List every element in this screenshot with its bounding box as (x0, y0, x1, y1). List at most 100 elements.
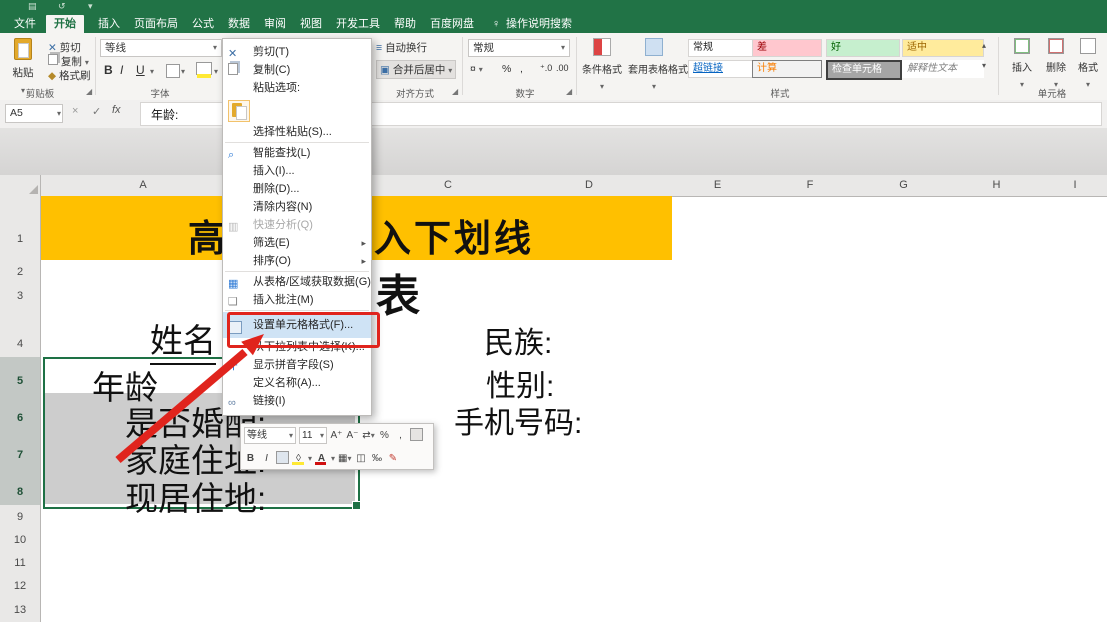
worksheet[interactable]: A B C D E F G H I 1 2 3 4 5 6 7 8 9 10 1… (0, 175, 1107, 622)
tab-baidu-netdisk[interactable]: 百度网盘 (422, 15, 482, 33)
fill-color-dropdown-icon[interactable]: ▾ (214, 67, 218, 76)
italic-button[interactable]: I (120, 63, 123, 77)
tab-help[interactable]: 帮助 (386, 15, 424, 33)
name-box-dropdown-icon[interactable]: ▾ (57, 109, 61, 118)
borders-icon[interactable] (166, 64, 180, 78)
menu-item-filter[interactable]: 筛选(E)▸ (223, 234, 371, 252)
mini-font-color-dropdown-icon[interactable]: ▾ (331, 454, 335, 463)
mini-bold-button[interactable]: B (244, 453, 257, 464)
col-header-E[interactable]: E (672, 175, 764, 197)
mini-border-grid-icon[interactable]: ▦▾ (338, 453, 351, 464)
paste-button[interactable]: 粘贴 ▾ (8, 38, 38, 78)
copy-button[interactable]: 复制 ▾ (48, 54, 89, 69)
fill-color-icon[interactable] (196, 62, 212, 75)
mini-font-select[interactable]: 等线▾ (244, 427, 296, 444)
mini-font-color-icon[interactable]: A (315, 453, 328, 464)
tab-review[interactable]: 审阅 (256, 15, 294, 33)
mini-number-format-icon[interactable]: ‰ (371, 453, 384, 464)
format-as-table-button[interactable]: 套用表格格式 ▾ (628, 38, 680, 94)
row-header-11[interactable]: 11 (0, 552, 41, 576)
mini-fill-dropdown-icon[interactable]: ▾ (308, 454, 312, 463)
insert-function-icon[interactable]: fx (112, 104, 121, 116)
menu-item-insert-comment[interactable]: ❑插入批注(M) (223, 291, 371, 309)
row-header-1[interactable]: 1 (0, 196, 41, 261)
wrap-text-button[interactable]: ≡ 自动换行 (376, 40, 427, 55)
tab-developer[interactable]: 开发工具 (328, 15, 388, 33)
clipboard-dialog-launcher-icon[interactable]: ◢ (86, 87, 92, 96)
menu-item-show-phonetic[interactable]: 〒显示拼音字段(S) (223, 356, 371, 374)
tab-page-layout[interactable]: 页面布局 (126, 15, 186, 33)
menu-item-copy[interactable]: 复制(C) (223, 61, 371, 79)
row-header-13[interactable]: 13 (0, 598, 41, 622)
selection-fill-handle[interactable] (352, 501, 361, 510)
row-header-10[interactable]: 10 (0, 529, 41, 553)
col-header-I[interactable]: I (1043, 175, 1107, 197)
select-all-button[interactable] (0, 175, 41, 197)
cancel-icon[interactable]: × (72, 105, 78, 117)
row-header-6[interactable]: 6 (0, 394, 41, 432)
menu-item-define-name[interactable]: 定义名称(A)... (223, 374, 371, 392)
conditional-formatting-button[interactable]: 条件格式 ▾ (580, 38, 624, 94)
menu-item-insert[interactable]: 插入(I)... (223, 162, 371, 180)
tab-file[interactable]: 文件 (6, 15, 44, 33)
menu-item-paste-keep-formatting[interactable] (223, 97, 371, 123)
decrease-decimal-icon[interactable]: .00 (556, 63, 569, 73)
row-header-8[interactable]: 8 (0, 468, 41, 506)
menu-item-get-data-from-range[interactable]: ▦从表格/区域获取数据(G)... (223, 273, 371, 291)
cell-ethnicity-label[interactable]: 民族: (484, 318, 552, 362)
percent-style-button[interactable]: % (502, 63, 511, 75)
row-header-7[interactable]: 7 (0, 431, 41, 469)
cell-style-neutral[interactable]: 适中 (902, 39, 984, 57)
row-header-12[interactable]: 12 (0, 575, 41, 599)
style-convert-icon[interactable]: ⇄▾ (362, 430, 375, 441)
cell-name-label[interactable]: 姓名 (150, 314, 216, 365)
name-box[interactable]: A5 (5, 104, 63, 123)
undo-icon[interactable]: ↺ (58, 1, 66, 12)
col-header-H[interactable]: H (950, 175, 1044, 197)
accounting-format-icon[interactable]: ¤ ▾ (470, 63, 483, 75)
mini-format-painter-icon[interactable]: ✎ (387, 453, 400, 464)
underline-dropdown-icon[interactable]: ▾ (150, 67, 154, 76)
cell-style-bad[interactable]: 差 (752, 39, 822, 57)
styles-gallery-more-icon[interactable]: ▾ (982, 61, 986, 70)
mini-format-icon[interactable] (410, 428, 423, 444)
mini-merge-icon[interactable]: ◫ (355, 453, 368, 464)
font-name-select[interactable]: 等线▾ (100, 39, 222, 57)
cell-style-hyperlink[interactable]: 超链接 (688, 60, 754, 78)
cell-style-calculation[interactable]: 计算 (752, 60, 822, 78)
save-icon[interactable]: ▤ (28, 1, 37, 12)
menu-item-link[interactable]: ∞链接(I) (223, 392, 371, 410)
tab-data[interactable]: 数据 (220, 15, 258, 33)
mini-fill-color-icon[interactable]: ◊ (292, 453, 305, 464)
menu-item-clear-contents[interactable]: 清除内容(N) (223, 198, 371, 216)
format-cells-ribbon-button[interactable]: 格式▾ (1074, 38, 1102, 92)
number-dialog-launcher-icon[interactable]: ◢ (566, 87, 572, 96)
cell-phone-label[interactable]: 手机号码: (454, 398, 582, 442)
mini-italic-button[interactable]: I (260, 453, 273, 464)
number-format-select[interactable]: 常规▾ (468, 39, 570, 57)
delete-cells-button[interactable]: 删除▾ (1042, 38, 1070, 92)
tab-formulas[interactable]: 公式 (184, 15, 222, 33)
grow-font-icon[interactable]: A⁺ (330, 430, 343, 441)
col-header-G[interactable]: G (857, 175, 951, 197)
increase-decimal-icon[interactable]: ⁺.0 (540, 63, 552, 74)
mini-borders-icon[interactable] (276, 451, 289, 467)
comma-style-button[interactable]: , (520, 63, 523, 75)
underline-button[interactable]: U (136, 63, 145, 77)
menu-item-format-cells[interactable]: 设置单元格格式(F)... (223, 312, 371, 338)
tab-home[interactable]: 开始 (46, 15, 84, 33)
tab-view[interactable]: 视图 (292, 15, 330, 33)
row-header-2[interactable]: 2 (0, 260, 41, 285)
row-header-3[interactable]: 3 (0, 284, 41, 309)
row-header-4[interactable]: 4 (0, 308, 41, 358)
styles-gallery-up-icon[interactable]: ▴ (982, 41, 986, 50)
menu-item-smart-lookup[interactable]: ⌕智能查找(L) (223, 144, 371, 162)
row-header-5[interactable]: 5 (0, 357, 41, 395)
col-header-C[interactable]: C (390, 175, 507, 197)
alignment-dialog-launcher-icon[interactable]: ◢ (452, 87, 458, 96)
mini-comma-icon[interactable]: , (394, 430, 407, 441)
menu-item-sort[interactable]: 排序(O)▸ (223, 252, 371, 270)
qat-dropdown-icon[interactable]: ▾ (88, 1, 93, 12)
row-header-9[interactable]: 9 (0, 505, 41, 530)
tell-me-search[interactable]: 操作说明搜索 (498, 15, 580, 33)
